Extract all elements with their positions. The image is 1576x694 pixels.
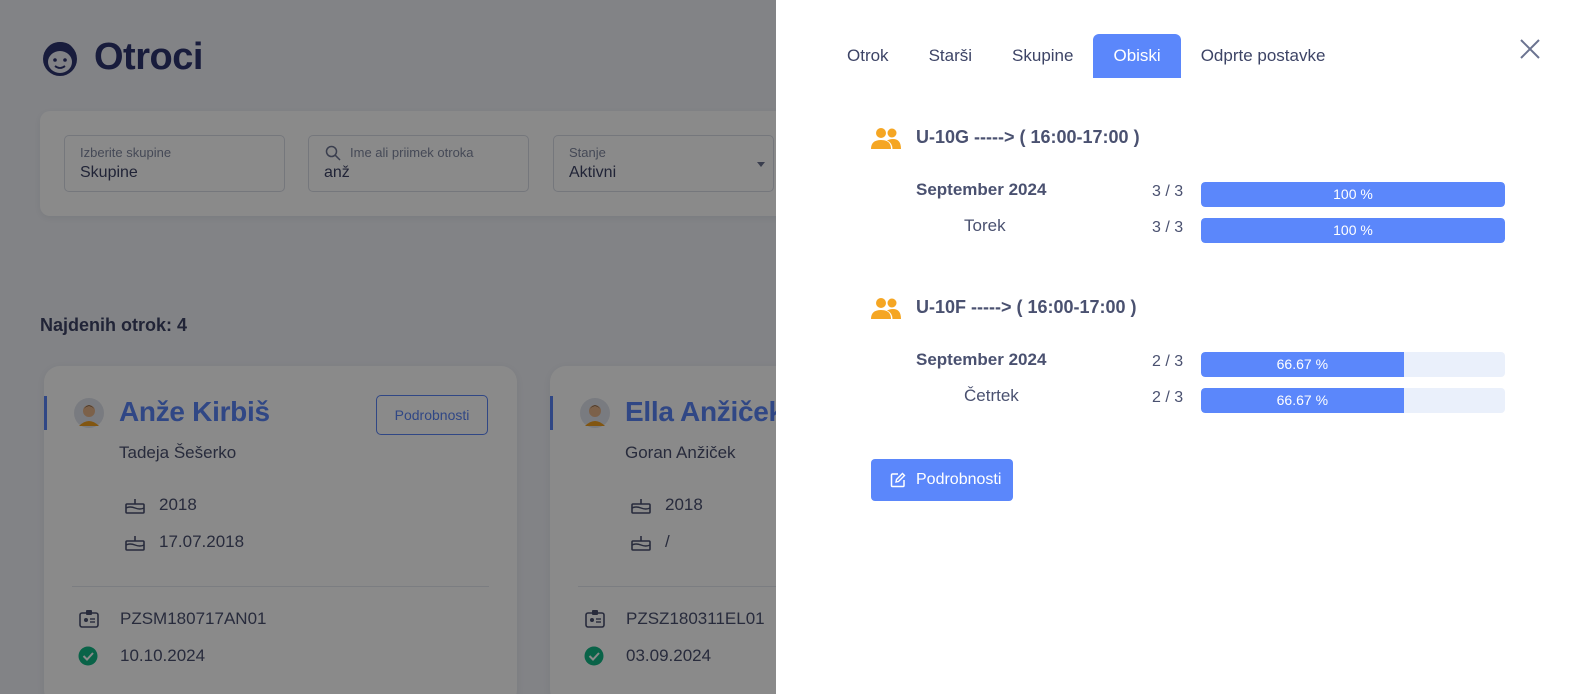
month-label: September 2024 — [916, 180, 1047, 199]
attendance-count: 2 / 3 — [1152, 389, 1184, 406]
weekday-label: Torek — [964, 216, 1006, 235]
group-title: U-10F -----> ( 16:00-17:00 ) — [916, 297, 1137, 317]
edit-icon — [890, 472, 906, 488]
details-button[interactable]: Podrobnosti — [871, 459, 1013, 501]
progress-label: 100 % — [1333, 186, 1373, 202]
close-icon[interactable] — [1518, 37, 1542, 61]
group-title: U-10G -----> ( 16:00-17:00 ) — [916, 127, 1140, 147]
attendance-count: 2 / 3 — [1152, 353, 1184, 370]
progress-label: 100 % — [1333, 222, 1373, 238]
progress-label: 66.67 % — [1276, 356, 1329, 372]
group-users-icon — [871, 298, 901, 319]
month-row: September 2024 3 / 3 100 % — [916, 178, 1506, 207]
drawer-tabs: Otrok Starši Skupine Obiski Odprte posta… — [827, 34, 1345, 78]
tab-skupine[interactable]: Skupine — [992, 34, 1093, 78]
tab-otrok[interactable]: Otrok — [827, 34, 909, 78]
progress-label: 66.67 % — [1276, 392, 1329, 408]
modal-backdrop[interactable] — [0, 0, 776, 694]
progress-bar: 100 % — [1201, 218, 1505, 243]
tab-obiski[interactable]: Obiski — [1093, 34, 1181, 78]
details-button-label: Podrobnosti — [916, 471, 1002, 488]
tab-starsi[interactable]: Starši — [909, 34, 992, 78]
weekday-row: Četrtek 2 / 3 66.67 % — [916, 384, 1506, 413]
attendance-count: 3 / 3 — [1152, 183, 1184, 200]
group-users-icon — [871, 128, 901, 149]
child-detail-drawer: Otrok Starši Skupine Obiski Odprte posta… — [776, 0, 1576, 694]
progress-bar: 66.67 % — [1201, 388, 1505, 413]
progress-bar: 100 % — [1201, 182, 1505, 207]
month-row: September 2024 2 / 3 66.67 % — [916, 348, 1506, 377]
tab-odprte-postavke[interactable]: Odprte postavke — [1181, 34, 1346, 78]
month-label: September 2024 — [916, 350, 1047, 369]
progress-bar: 66.67 % — [1201, 352, 1505, 377]
weekday-label: Četrtek — [964, 386, 1019, 405]
weekday-row: Torek 3 / 3 100 % — [916, 214, 1506, 243]
attendance-count: 3 / 3 — [1152, 219, 1184, 236]
